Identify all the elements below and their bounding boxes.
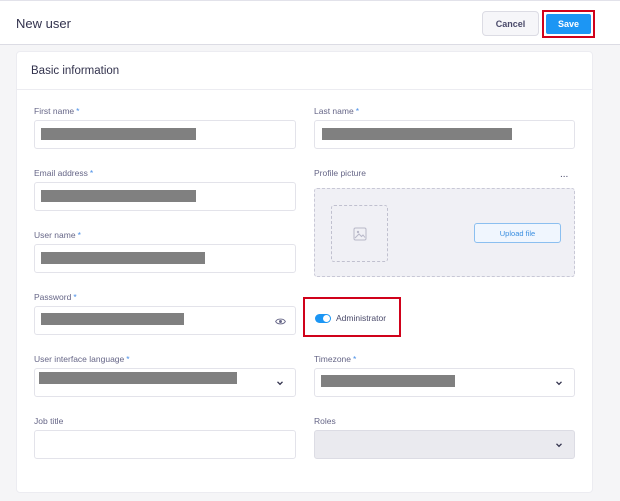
first-name-label-text: First name — [34, 106, 75, 116]
redacted-value — [41, 128, 196, 140]
required-mark: * — [355, 106, 360, 116]
roles-label: Roles — [314, 416, 336, 426]
eye-icon[interactable] — [275, 317, 286, 326]
ui-language-label: User interface language * — [34, 354, 130, 364]
email-input[interactable] — [34, 182, 296, 211]
required-mark: * — [89, 168, 94, 178]
redacted-value — [322, 128, 512, 140]
password-label-text: Password — [34, 292, 72, 302]
ui-language-label-text: User interface language — [34, 354, 125, 364]
required-mark: * — [353, 354, 357, 364]
required-mark: * — [126, 354, 130, 364]
password-label: Password * — [34, 292, 77, 302]
timezone-label-text: Timezone — [314, 354, 352, 364]
card-divider — [17, 89, 592, 90]
username-label: User name * — [34, 230, 81, 240]
required-mark: * — [77, 230, 81, 240]
save-button[interactable]: Save — [546, 14, 591, 34]
chevron-down-icon — [556, 443, 562, 448]
administrator-highlight: Administrator — [303, 297, 401, 337]
last-name-input[interactable] — [314, 120, 575, 149]
last-name-label: Last name * — [314, 106, 359, 116]
page-header: New user Cancel Save — [0, 0, 620, 45]
timezone-label: Timezone * — [314, 354, 356, 364]
first-name-input[interactable] — [34, 120, 296, 149]
basic-information-card: Basic information First name * Last name *… — [16, 51, 593, 493]
image-placeholder — [331, 205, 388, 262]
redacted-value — [321, 375, 455, 387]
card-title: Basic information — [31, 65, 120, 77]
toggle-knob — [323, 315, 330, 322]
job-title-input[interactable] — [34, 430, 296, 459]
page-title: New user — [16, 16, 71, 31]
chevron-down-icon — [556, 381, 562, 386]
timezone-select[interactable] — [314, 368, 575, 397]
last-name-label-text: Last name — [314, 106, 354, 116]
first-name-label: First name * — [34, 106, 79, 116]
administrator-toggle[interactable] — [315, 314, 331, 323]
password-input[interactable] — [34, 306, 296, 335]
ui-language-select[interactable] — [34, 368, 296, 397]
redacted-value — [41, 252, 205, 264]
required-mark: * — [76, 106, 80, 116]
save-button-highlight: Save — [542, 10, 595, 38]
upload-file-button[interactable]: Upload file — [474, 223, 561, 243]
email-label: Email address * — [34, 168, 93, 178]
email-label-text: Email address — [34, 168, 88, 178]
job-title-label: Job title — [34, 416, 64, 426]
chevron-down-icon — [277, 381, 283, 386]
profile-picture-dropzone[interactable]: Upload file — [314, 188, 575, 277]
administrator-label: Administrator — [336, 313, 387, 323]
image-icon — [353, 227, 366, 240]
more-options-button[interactable]: ... — [560, 169, 568, 180]
username-input[interactable] — [34, 244, 296, 273]
redacted-value — [41, 313, 184, 325]
roles-select[interactable] — [314, 430, 575, 459]
cancel-button[interactable]: Cancel — [482, 11, 539, 36]
redacted-value — [39, 372, 237, 384]
profile-picture-label: Profile picture — [314, 168, 366, 178]
required-mark: * — [73, 292, 77, 302]
redacted-value — [41, 190, 196, 202]
username-label-text: User name — [34, 230, 76, 240]
